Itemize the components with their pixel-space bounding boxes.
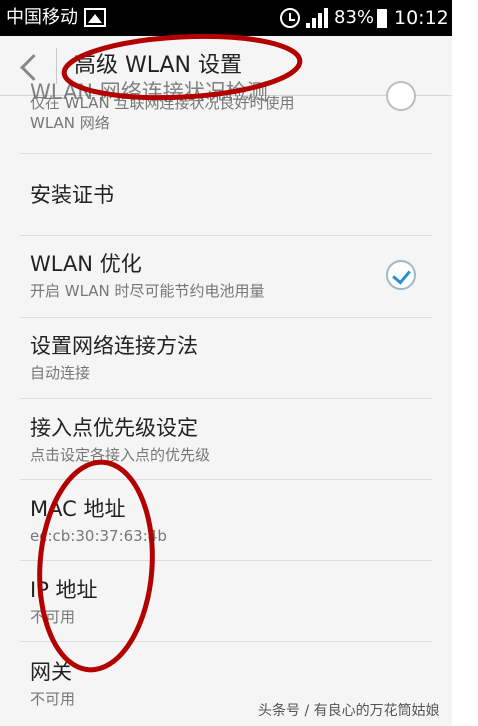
watermark: 头条号 / 有良心的万花筒姑娘 bbox=[258, 703, 440, 719]
list-item-connection-method[interactable]: 设置网络连接方法 自动连接 bbox=[0, 318, 452, 399]
clock: 10:12 bbox=[394, 7, 449, 29]
list-item-title: 安装证书 bbox=[30, 183, 114, 207]
list-item-subtitle: 开启 WLAN 时尽可能节约电池用量 bbox=[30, 282, 265, 300]
list-item-network-detection[interactable]: WLAN 网络连接状况检测 仅在 WLAN 互联网连接状况良好时使用 WLAN … bbox=[0, 80, 452, 154]
list-item-title: 设置网络连接方法 bbox=[30, 334, 198, 358]
alarm-icon bbox=[280, 8, 300, 28]
checkbox[interactable] bbox=[386, 81, 416, 111]
list-item-subtitle: WLAN 网络 bbox=[30, 114, 110, 132]
list-item-subtitle: 自动连接 bbox=[30, 364, 91, 382]
list-item-subtitle: ec:cb:30:37:63:4b bbox=[30, 527, 167, 545]
carrier-name: 中国移动 bbox=[6, 7, 78, 28]
battery-percent: 83% bbox=[334, 7, 375, 28]
list-item-title: 接入点优先级设定 bbox=[30, 416, 198, 440]
status-bar: 中国移动 83% 10:12 bbox=[0, 0, 452, 36]
list-item-subtitle: 点击设定各接入点的优先级 bbox=[30, 446, 211, 464]
list-item-title: MAC 地址 bbox=[30, 497, 126, 521]
list-item-title: IP 地址 bbox=[30, 578, 98, 602]
page-title: 高级 WLAN 设置 bbox=[74, 53, 243, 78]
list-item-mac-address: MAC 地址 ec:cb:30:37:63:4b bbox=[0, 480, 452, 561]
checkbox-checked[interactable] bbox=[386, 260, 416, 290]
list-item-title: 网关 bbox=[30, 660, 72, 684]
phone-screen: 中国移动 83% 10:12 高级 WLAN 设置 WLAN 网络连接状况检测 … bbox=[0, 0, 452, 726]
list-item-title: WLAN 优化 bbox=[30, 252, 142, 276]
list-item-ip-address: IP 地址 不可用 bbox=[0, 561, 452, 642]
list-item-wlan-optimize[interactable]: WLAN 优化 开启 WLAN 时尽可能节约电池用量 bbox=[0, 236, 452, 318]
battery-icon bbox=[377, 9, 387, 28]
list-item-install-certificate[interactable]: 安装证书 bbox=[0, 154, 452, 236]
list-item-subtitle: 不可用 bbox=[30, 690, 76, 708]
picture-icon bbox=[84, 8, 106, 27]
list-item-ap-priority[interactable]: 接入点优先级设定 点击设定各接入点的优先级 bbox=[0, 399, 452, 480]
list-item-subtitle: 不可用 bbox=[30, 608, 76, 626]
signal-icon bbox=[306, 8, 330, 28]
list-item-subtitle: 仅在 WLAN 互联网连接状况良好时使用 bbox=[30, 94, 295, 112]
